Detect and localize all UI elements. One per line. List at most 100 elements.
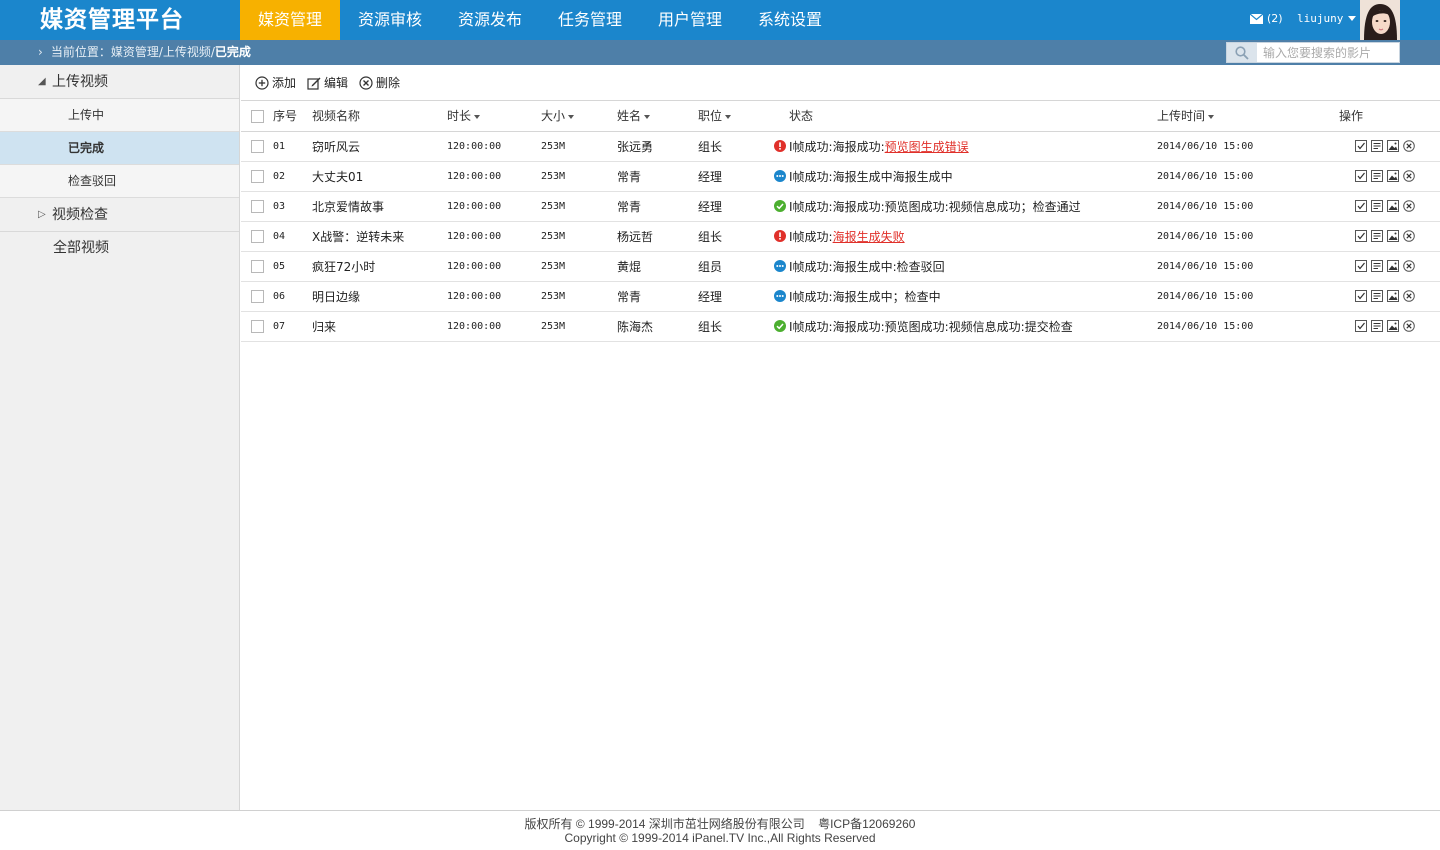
- row-checkbox[interactable]: [251, 290, 264, 303]
- details-icon[interactable]: [1371, 230, 1383, 242]
- row-checkbox[interactable]: [251, 140, 264, 153]
- preview-image-icon[interactable]: [1387, 230, 1399, 242]
- col-header-size[interactable]: 大小: [541, 101, 617, 132]
- details-icon[interactable]: [1371, 200, 1383, 212]
- cell-title: 组长: [698, 311, 774, 342]
- cell-video-name: 北京爱情故事: [312, 191, 447, 222]
- row-select-cell: [241, 191, 273, 222]
- search-box: [1226, 42, 1400, 63]
- approve-icon[interactable]: [1355, 200, 1367, 212]
- row-select-cell: [241, 281, 273, 312]
- cell-no: 07: [273, 311, 312, 342]
- delete-icon[interactable]: [1403, 320, 1415, 332]
- nav-user-management[interactable]: 用户管理: [640, 0, 740, 40]
- mail-button[interactable]: (2): [1250, 12, 1283, 25]
- cell-upload-time: 2014/06/10 15:00: [1157, 131, 1317, 162]
- delete-icon[interactable]: [1403, 170, 1415, 182]
- edit-button[interactable]: 编辑: [307, 74, 348, 91]
- preview-image-icon[interactable]: [1387, 140, 1399, 152]
- row-checkbox[interactable]: [251, 230, 264, 243]
- row-select-cell: [241, 161, 273, 192]
- row-checkbox[interactable]: [251, 200, 264, 213]
- details-icon[interactable]: [1371, 140, 1383, 152]
- cell-title: 经理: [698, 191, 774, 222]
- row-checkbox[interactable]: [251, 320, 264, 333]
- delete-button[interactable]: 删除: [359, 74, 400, 91]
- user-menu[interactable]: liujuny: [1297, 12, 1357, 25]
- sidebar-group-label: 上传视频: [52, 73, 108, 90]
- approve-icon[interactable]: [1355, 170, 1367, 182]
- status-error-link[interactable]: 海报生成失败: [833, 230, 905, 244]
- sidebar-item-uploading[interactable]: 上传中: [0, 99, 239, 132]
- details-icon[interactable]: [1371, 260, 1383, 272]
- avatar[interactable]: [1360, 0, 1400, 40]
- sidebar-item-rejected[interactable]: 检查驳回: [0, 165, 239, 198]
- approve-icon[interactable]: [1355, 260, 1367, 272]
- details-icon[interactable]: [1371, 290, 1383, 302]
- approve-icon[interactable]: [1355, 320, 1367, 332]
- nav-media-management[interactable]: 媒资管理: [240, 0, 340, 40]
- nav-resource-publish[interactable]: 资源发布: [440, 0, 540, 40]
- delete-icon[interactable]: [1403, 200, 1415, 212]
- cell-status: I帧成功:海报成功:预览图成功:视频信息成功:提交检查: [774, 311, 1157, 342]
- col-header-upload-time[interactable]: 上传时间: [1157, 101, 1317, 132]
- table-row[interactable]: 02 大丈夫01 120:00:00 253M 常青 经理 I帧成功:海报生成中海报生成中 2…: [241, 161, 1440, 192]
- cell-duration: 120:00:00: [447, 131, 541, 162]
- cell-duration: 120:00:00: [447, 281, 541, 312]
- approve-icon[interactable]: [1355, 230, 1367, 242]
- cell-size: 253M: [541, 281, 617, 312]
- sidebar-group-upload-video[interactable]: ◢ 上传视频: [0, 65, 239, 99]
- sidebar-item-completed[interactable]: 已完成: [0, 132, 239, 165]
- table-row[interactable]: 06 明日边缘 120:00:00 253M 常青 经理 I帧成功:海报生成中；检查中 201…: [241, 281, 1440, 312]
- nav-resource-review[interactable]: 资源审核: [340, 0, 440, 40]
- nav-system-settings[interactable]: 系统设置: [740, 0, 840, 40]
- cell-size: 253M: [541, 161, 617, 192]
- col-header-title[interactable]: 职位: [698, 101, 774, 132]
- add-button[interactable]: 添加: [255, 74, 296, 91]
- preview-image-icon[interactable]: [1387, 290, 1399, 302]
- breadcrumb-current: 已完成: [214, 45, 251, 59]
- delete-icon[interactable]: [1403, 230, 1415, 242]
- preview-image-icon[interactable]: [1387, 170, 1399, 182]
- status-text: I帧成功:: [789, 229, 833, 244]
- sidebar-item-all-videos[interactable]: 全部视频: [0, 232, 239, 265]
- sidebar-group-video-check[interactable]: ▷ 视频检查: [0, 198, 239, 232]
- cell-title: 组长: [698, 221, 774, 252]
- toolbar: 添加 编辑 删除: [241, 65, 1440, 101]
- search-button[interactable]: [1227, 43, 1257, 62]
- approve-icon[interactable]: [1355, 140, 1367, 152]
- approve-icon[interactable]: [1355, 290, 1367, 302]
- col-header-duration[interactable]: 时长: [447, 101, 541, 132]
- cell-person: 黄焜: [617, 251, 698, 282]
- cell-upload-time: 2014/06/10 15:00: [1157, 161, 1317, 192]
- breadcrumb-path[interactable]: 当前位置：媒资管理/上传视频/: [51, 40, 215, 65]
- preview-image-icon[interactable]: [1387, 320, 1399, 332]
- table-row[interactable]: 03 北京爱情故事 120:00:00 253M 常青 经理 I帧成功:海报成功:预览图成功…: [241, 191, 1440, 222]
- details-icon[interactable]: [1371, 320, 1383, 332]
- search-input[interactable]: [1257, 43, 1397, 62]
- status-error-link[interactable]: 预览图生成错误: [885, 140, 969, 154]
- table-row[interactable]: 01 窃听风云 120:00:00 253M 张远勇 组长 I帧成功:海报成功:预览图生成错…: [241, 131, 1440, 162]
- details-icon[interactable]: [1371, 170, 1383, 182]
- select-all-checkbox[interactable]: [251, 109, 264, 123]
- close-circle-icon: [359, 75, 373, 90]
- status-text: I帧成功:海报成功:预览图成功:视频信息成功:提交检查: [789, 319, 1073, 334]
- cell-duration: 120:00:00: [447, 221, 541, 252]
- delete-icon[interactable]: [1403, 260, 1415, 272]
- cell-no: 04: [273, 221, 312, 252]
- row-checkbox[interactable]: [251, 170, 264, 183]
- preview-image-icon[interactable]: [1387, 260, 1399, 272]
- table-row[interactable]: 05 疯狂72小时 120:00:00 253M 黄焜 组员 I帧成功:海报生成中:检查驳回…: [241, 251, 1440, 282]
- delete-icon[interactable]: [1403, 140, 1415, 152]
- delete-icon[interactable]: [1403, 290, 1415, 302]
- col-header-person[interactable]: 姓名: [617, 101, 698, 132]
- cell-person: 常青: [617, 281, 698, 312]
- cell-upload-time: 2014/06/10 15:00: [1157, 251, 1317, 282]
- preview-image-icon[interactable]: [1387, 200, 1399, 212]
- action-icons: [1317, 320, 1440, 332]
- cell-status: I帧成功:海报成功:预览图生成错误: [774, 131, 1157, 162]
- table-row[interactable]: 04 X战警：逆转未来 120:00:00 253M 杨远哲 组长 I帧成功:海报生成失败 2…: [241, 221, 1440, 252]
- row-checkbox[interactable]: [251, 260, 264, 273]
- nav-task-management[interactable]: 任务管理: [540, 0, 640, 40]
- table-row[interactable]: 07 归来 120:00:00 253M 陈海杰 组长 I帧成功:海报成功:预览图成功:视频…: [241, 311, 1440, 342]
